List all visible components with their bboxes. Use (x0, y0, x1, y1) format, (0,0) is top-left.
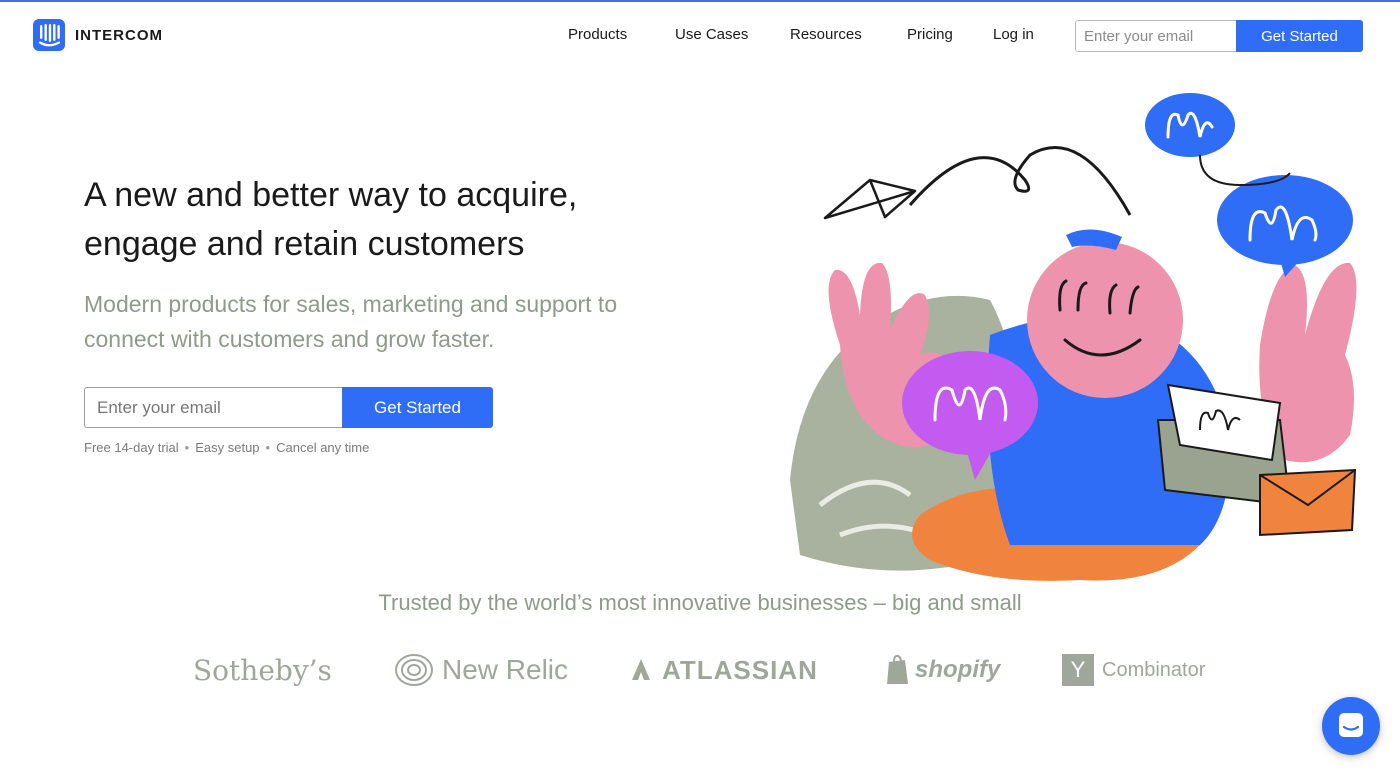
hero-subtitle-line-1: Modern products for sales, marketing and… (84, 291, 618, 317)
logo-atlassian-text: ATLASSIAN (662, 654, 818, 685)
benefit-free-trial: Free 14-day trial (84, 440, 179, 455)
blue-chat-bubble-top (1145, 93, 1235, 157)
benefit-cancel-any-time: Cancel any time (276, 440, 370, 455)
intercom-logo-icon (33, 19, 65, 51)
customer-logos: Sotheby’s New Relic ATLASSIAN shopify Y … (0, 645, 1400, 695)
hero-illustration (790, 93, 1357, 581)
hero-benefits: Free 14-day trial • Easy setup • Cancel … (84, 440, 369, 455)
nav-pricing[interactable]: Pricing (907, 26, 953, 43)
hero-signup-form: Get Started (84, 387, 493, 428)
trusted-heading: Trusted by the world’s most innovative b… (378, 590, 1022, 615)
benefit-separator: • (184, 440, 190, 455)
flight-trail (908, 146, 1132, 216)
bubble-string (1199, 154, 1291, 187)
logo-y-combinator-text: Combinator (1102, 658, 1206, 681)
logo-shopify: shopify (885, 645, 1000, 695)
blue-chat-bubble-right (1217, 175, 1353, 265)
brand-logo[interactable]: INTERCOM (33, 19, 163, 51)
benefit-easy-setup: Easy setup (195, 440, 260, 455)
header-email-input[interactable] (1075, 20, 1236, 52)
hero-get-started-button[interactable]: Get Started (342, 387, 493, 428)
hero-subtitle: Modern products for sales, marketing and… (84, 287, 704, 357)
logo-atlassian: ATLASSIAN (628, 645, 818, 695)
atlassian-icon (632, 659, 650, 680)
messenger-launcher-button[interactable] (1322, 697, 1380, 755)
hero-email-input[interactable] (84, 387, 342, 428)
top-accent-line (0, 0, 1400, 2)
nav-resources[interactable]: Resources (790, 26, 862, 43)
nav-products[interactable]: Products (568, 26, 627, 43)
hero-subtitle-line-2: connect with customers and grow faster. (84, 326, 495, 352)
logo-new-relic: New Relic (394, 645, 568, 695)
character-head (1027, 242, 1183, 398)
logo-y-combinator: Y Combinator (1062, 645, 1205, 695)
benefit-separator: • (265, 440, 271, 455)
header-get-started-button[interactable]: Get Started (1236, 20, 1363, 52)
nav-log-in[interactable]: Log in (993, 26, 1034, 43)
hero-title: A new and better way to acquire, engage … (84, 171, 704, 269)
logo-shopify-text: shopify (915, 656, 1001, 683)
shopify-bag-icon (887, 654, 908, 684)
messenger-launcher-icon (1339, 713, 1363, 737)
logo-sothebys-text: Sotheby’s (193, 653, 332, 687)
paper-plane-icon (823, 178, 917, 220)
header-signup-form: Get Started (1075, 20, 1363, 52)
y-combinator-icon: Y (1062, 654, 1094, 686)
brand-name: INTERCOM (75, 26, 163, 44)
logo-new-relic-text: New Relic (442, 654, 569, 685)
purple-chat-bubble (902, 351, 1038, 455)
hero-title-line-1: A new and better way to acquire, (84, 176, 578, 214)
logo-sothebys: Sotheby’s (193, 645, 332, 695)
new-relic-icon (395, 654, 433, 686)
nav-use-cases[interactable]: Use Cases (675, 26, 748, 43)
hero-title-line-2: engage and retain customers (84, 225, 525, 263)
